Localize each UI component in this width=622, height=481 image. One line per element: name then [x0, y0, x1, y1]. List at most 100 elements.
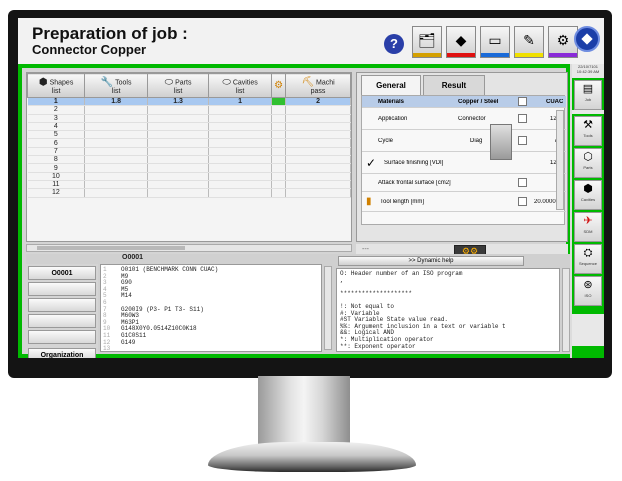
- col-cavities[interactable]: ⬭ Cavities list: [208, 73, 273, 98]
- help-icon[interactable]: ?: [384, 34, 404, 54]
- table-cell[interactable]: [285, 122, 351, 132]
- edit-icon[interactable]: [518, 178, 527, 187]
- table-cell[interactable]: [147, 180, 210, 190]
- table-cell[interactable]: [271, 114, 287, 123]
- table-cell[interactable]: 7: [27, 147, 86, 157]
- prop-row-materials[interactable]: Materials Copper / Steel CUAC: [362, 96, 566, 108]
- table-cell[interactable]: 8: [27, 155, 86, 165]
- table-row[interactable]: 1 1.8 1.3 1 2: [27, 97, 351, 107]
- table-cell[interactable]: 12: [27, 188, 86, 198]
- table-cell[interactable]: 10: [27, 172, 86, 181]
- dash-button[interactable]: ---: [362, 246, 369, 253]
- table-cell[interactable]: [208, 130, 273, 140]
- table-cell[interactable]: [84, 138, 149, 148]
- program-list-item[interactable]: [28, 314, 96, 328]
- table-cell[interactable]: [285, 138, 351, 148]
- sidebar-item-parts[interactable]: ⬡ Parts: [574, 148, 602, 178]
- table-cell[interactable]: [147, 114, 210, 123]
- table-cell[interactable]: [147, 155, 210, 165]
- program-list-item[interactable]: [28, 330, 96, 344]
- table-cell[interactable]: [208, 180, 273, 190]
- table-cell[interactable]: [84, 105, 149, 115]
- table-cell[interactable]: [271, 188, 287, 198]
- sidebar-item-tools[interactable]: ⚒ Tools: [574, 116, 602, 146]
- program-list-item[interactable]: [28, 282, 96, 296]
- table-cell[interactable]: [147, 105, 210, 115]
- table-row[interactable]: 12: [27, 188, 351, 198]
- help-vscrollbar[interactable]: [562, 268, 570, 352]
- table-cell[interactable]: 3: [27, 114, 86, 123]
- table-row[interactable]: 7: [27, 147, 351, 157]
- table-row[interactable]: 6: [27, 138, 351, 148]
- sidebar-item-sdm[interactable]: ✈ SDM: [574, 212, 602, 242]
- table-cell[interactable]: [208, 122, 273, 132]
- table-cell[interactable]: 2: [285, 97, 351, 107]
- table-cell[interactable]: [84, 114, 149, 123]
- properties-vscrollbar[interactable]: [556, 110, 564, 210]
- table-cell[interactable]: [147, 163, 210, 173]
- table-row[interactable]: 2: [27, 105, 351, 115]
- table-row[interactable]: 8: [27, 155, 351, 165]
- table-hscrollbar[interactable]: [26, 244, 352, 252]
- prop-row-cycle[interactable]: Cycle Diag 7: [362, 130, 566, 152]
- program-list-item[interactable]: O0001: [28, 266, 96, 280]
- table-cell[interactable]: [147, 122, 210, 132]
- table-row[interactable]: 11: [27, 180, 351, 190]
- table-cell[interactable]: [271, 147, 287, 157]
- table-cell[interactable]: [285, 180, 351, 190]
- table-row[interactable]: 5: [27, 130, 351, 140]
- table-cell[interactable]: 2: [27, 105, 86, 115]
- sidebar-item-cavities[interactable]: ⬢ Cavities: [574, 180, 602, 210]
- edit-icon[interactable]: [518, 114, 527, 123]
- table-cell[interactable]: [208, 105, 273, 115]
- table-row[interactable]: 10: [27, 172, 351, 181]
- table-cell[interactable]: [271, 163, 287, 173]
- table-cell[interactable]: [271, 155, 287, 165]
- program-list-item[interactable]: [28, 298, 96, 312]
- table-cell[interactable]: 1: [208, 97, 273, 107]
- col-shapes[interactable]: ⬢ Shapes list: [27, 73, 86, 98]
- table-cell[interactable]: [208, 188, 273, 198]
- table-cell[interactable]: [147, 138, 210, 148]
- table-cell[interactable]: [84, 130, 149, 140]
- table-cell[interactable]: [147, 172, 210, 181]
- edit-icon[interactable]: [518, 97, 527, 106]
- iso-code-editor[interactable]: 1 O0101 (BENCHMARK CONN CUAC) 2 M9 3 G90 4 M5 5 M…: [100, 264, 322, 352]
- prop-row-attack-frontal-surface[interactable]: Attack frontal surface [cm2]: [362, 174, 566, 192]
- table-cell[interactable]: 4: [27, 122, 86, 132]
- table-row[interactable]: 3: [27, 114, 351, 123]
- sidebar-item-iso[interactable]: ⊛ ISO: [574, 276, 602, 306]
- table-cell[interactable]: [285, 147, 351, 157]
- col-machining-pass[interactable]: ⛏ Machi pass: [285, 73, 351, 98]
- table-cell[interactable]: [271, 130, 287, 140]
- table-cell[interactable]: [271, 122, 287, 132]
- table-cell[interactable]: [208, 163, 273, 173]
- table-cell[interactable]: [84, 163, 149, 173]
- code-vscrollbar[interactable]: [324, 266, 332, 350]
- table-cell[interactable]: 1.8: [84, 97, 149, 107]
- folder-button[interactable]: ▭: [480, 26, 510, 58]
- edit-icon[interactable]: [518, 197, 527, 206]
- table-cell[interactable]: 5: [27, 130, 86, 140]
- tab-general[interactable]: General: [361, 75, 421, 95]
- table-cell[interactable]: [147, 188, 210, 198]
- table-cell[interactable]: 11: [27, 180, 86, 190]
- prop-row-surface-finishing[interactable]: ✓ Surface finishing [VDI] 12: [362, 152, 566, 174]
- table-cell[interactable]: 1: [27, 97, 86, 107]
- table-cell[interactable]: 6: [27, 138, 86, 148]
- tab-result[interactable]: Result: [423, 75, 485, 95]
- table-cell[interactable]: [208, 155, 273, 165]
- organization-button[interactable]: Organization: [28, 348, 96, 358]
- parts-button[interactable]: ◆: [446, 26, 476, 58]
- col-tools[interactable]: 🔧 Tools list: [84, 73, 149, 98]
- dynamic-help-button[interactable]: >> Dynamic help: [338, 256, 524, 266]
- table-cell[interactable]: 1.3: [147, 97, 210, 107]
- table-cell[interactable]: [84, 122, 149, 132]
- tools-button[interactable]: ✎: [514, 26, 544, 58]
- table-cell[interactable]: [271, 180, 287, 190]
- checkmark-icon[interactable]: ✓: [366, 156, 376, 170]
- table-cell[interactable]: [147, 147, 210, 157]
- table-cell[interactable]: [271, 105, 287, 115]
- table-row[interactable]: 9: [27, 163, 351, 173]
- table-cell[interactable]: [84, 180, 149, 190]
